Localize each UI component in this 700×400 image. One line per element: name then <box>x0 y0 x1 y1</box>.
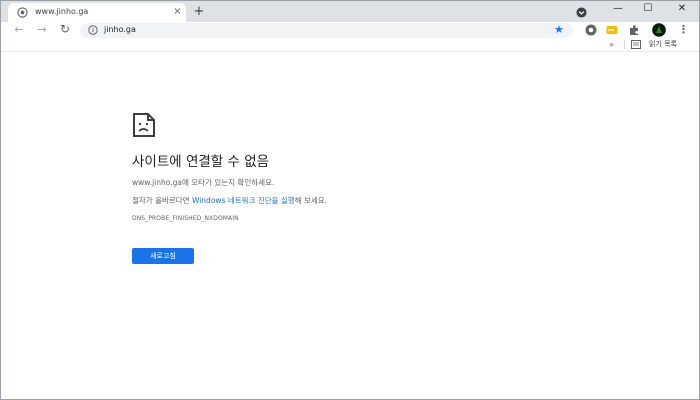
tab-search-icon[interactable] <box>576 7 587 18</box>
bookmarks-bar: » 읽기 목록 <box>1 38 699 52</box>
bookmarks-divider <box>624 40 625 49</box>
error-title: 사이트에 연결할 수 없음 <box>132 154 270 170</box>
error-code: DNS_PROBE_FINISHED_NXDOMAIN <box>132 215 239 222</box>
diagnostics-prefix: 철자가 올바르다면 <box>132 196 192 205</box>
forward-button[interactable]: → <box>34 22 50 38</box>
tab-close-icon[interactable]: × <box>172 6 183 17</box>
extensions-puzzle-icon[interactable] <box>628 24 640 36</box>
toolbar: ← → ↻ jinho.ga ★ ⋮ <box>1 22 699 38</box>
error-page: 사이트에 연결할 수 없음 www.jinho.ga에 오타가 있는지 확인하세… <box>1 53 699 399</box>
back-button[interactable]: ← <box>11 22 27 38</box>
reading-list-icon <box>631 40 641 49</box>
tab-strip: www.jinho.ga × + — ☐ ✕ <box>1 1 699 22</box>
reading-list-label: 읽기 목록 <box>649 40 677 48</box>
more-menu-button[interactable]: ⋮ <box>678 24 689 36</box>
error-suggestion-typo: www.jinho.ga에 오타가 있는지 확인하세요. <box>132 178 275 187</box>
address-bar[interactable]: jinho.ga ★ <box>80 23 573 38</box>
tab-active[interactable]: www.jinho.ga × <box>8 3 186 22</box>
diagnostics-suffix: 해 보세요. <box>294 196 328 205</box>
bookmark-star-icon[interactable]: ★ <box>554 23 564 37</box>
browser-window: www.jinho.ga × + — ☐ ✕ ← → ↻ jinho.ga ★ <box>0 0 700 400</box>
minimize-button[interactable]: — <box>601 1 635 19</box>
sad-page-icon <box>133 113 155 137</box>
close-window-button[interactable]: ✕ <box>665 1 699 19</box>
extension-yellow-icon[interactable] <box>606 24 618 36</box>
profile-avatar[interactable] <box>652 23 666 37</box>
new-tab-button[interactable]: + <box>192 5 206 19</box>
globe-icon <box>17 7 28 18</box>
bookmarks-overflow-button[interactable]: » <box>609 39 614 50</box>
tab-title: www.jinho.ga <box>35 7 89 16</box>
url-text[interactable]: jinho.ga <box>104 24 136 36</box>
reload-button[interactable]: ↻ <box>57 22 73 38</box>
page-reload-button[interactable]: 새로고침 <box>132 248 194 264</box>
network-diagnostics-link[interactable]: Windows 네트워크 진단을 실행 <box>192 196 295 205</box>
maximize-button[interactable]: ☐ <box>631 1 665 19</box>
extension-shield-icon[interactable] <box>585 24 597 36</box>
error-suggestion-diagnostics: 철자가 올바르다면 Windows 네트워크 진단을 실행해 보세요. <box>132 195 327 207</box>
info-icon[interactable] <box>88 25 98 35</box>
